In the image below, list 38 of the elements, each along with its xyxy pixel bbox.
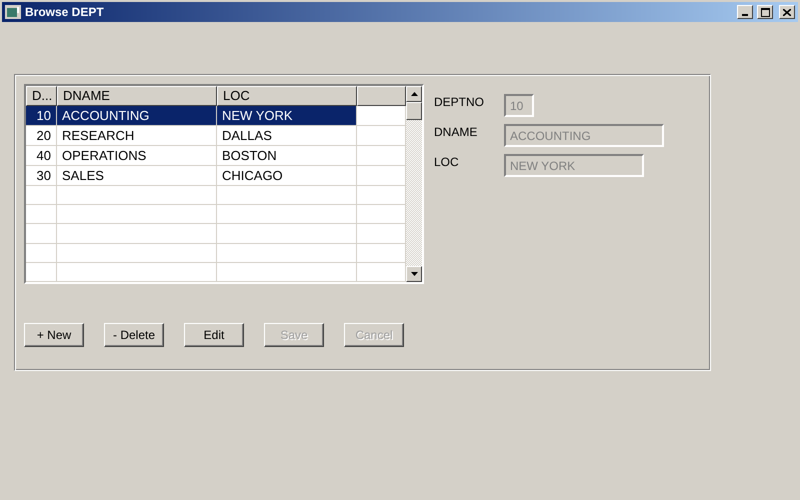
maximize-button[interactable]: [757, 5, 773, 19]
minimize-button[interactable]: [737, 5, 753, 19]
table-cell: [26, 205, 57, 224]
column-header[interactable]: LOC: [217, 86, 357, 106]
table-cell: [26, 224, 57, 244]
action-button[interactable]: Edit: [184, 323, 244, 347]
field-label: DNAME: [434, 124, 478, 140]
table-cell[interactable]: 10: [26, 106, 57, 126]
scroll-up-button[interactable]: [406, 86, 422, 102]
table-cell[interactable]: ACCOUNTING: [57, 106, 217, 126]
window-title: Browse DEPT: [25, 5, 105, 19]
table-cell[interactable]: 30: [26, 166, 57, 186]
app-icon: [5, 5, 21, 19]
scroll-thumb[interactable]: [406, 102, 422, 120]
action-button[interactable]: - Delete: [104, 323, 164, 347]
table-cell[interactable]: OPERATIONS: [57, 146, 217, 166]
close-icon: [783, 8, 791, 16]
table-cell[interactable]: DALLAS: [217, 126, 357, 146]
action-button[interactable]: + New: [24, 323, 84, 347]
table-cell[interactable]: CHICAGO: [217, 166, 357, 186]
table-cell: [26, 262, 57, 282]
close-button[interactable]: [779, 5, 795, 19]
table-cell[interactable]: 40: [26, 146, 57, 166]
scroll-down-button[interactable]: [406, 266, 422, 282]
table-cell[interactable]: 20: [26, 126, 57, 146]
up-arrow-icon: [410, 92, 418, 96]
column-header[interactable]: DNAME: [57, 86, 217, 106]
field-label: LOC: [434, 154, 460, 170]
column-header[interactable]: D...: [26, 86, 57, 106]
table-cell: [26, 244, 57, 263]
down-arrow-icon: [410, 272, 418, 276]
table-cell[interactable]: SALES: [57, 166, 217, 186]
table-cell[interactable]: BOSTON: [217, 146, 357, 166]
table-cell[interactable]: NEW YORK: [217, 106, 357, 126]
table-cell[interactable]: RESEARCH: [57, 126, 217, 146]
table-cell: [26, 186, 57, 206]
field-label: DEPTNO: [434, 94, 486, 110]
maximize-icon: [760, 8, 770, 16]
